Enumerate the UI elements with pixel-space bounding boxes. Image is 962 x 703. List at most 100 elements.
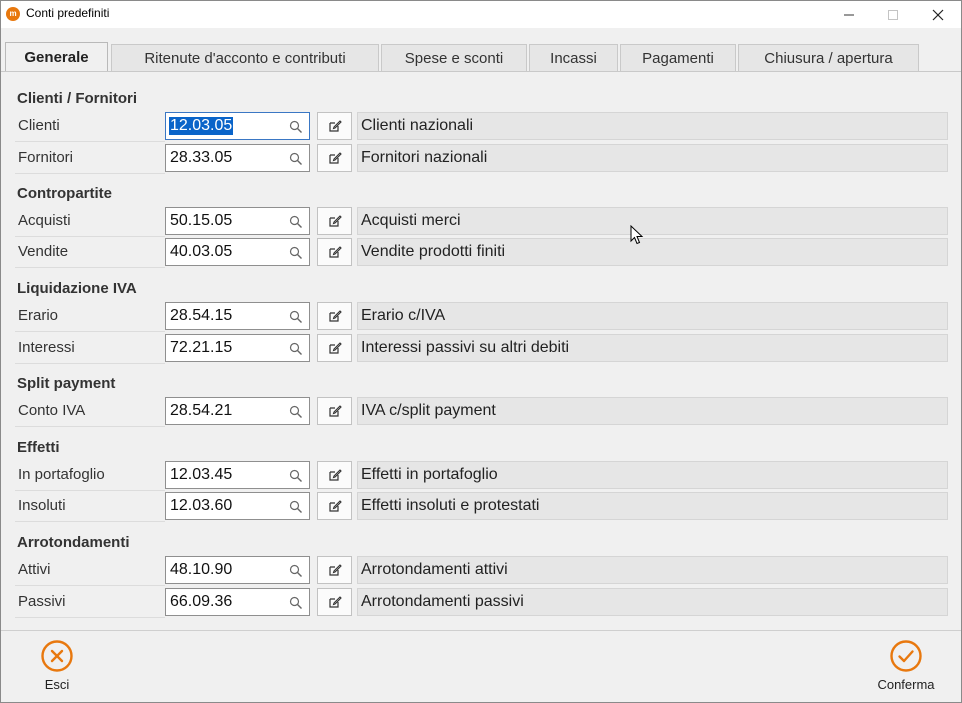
- confirm-button[interactable]: Conferma: [866, 638, 946, 698]
- account-description: Effetti insoluti e protestati: [357, 492, 948, 520]
- field-label: Acquisti: [18, 212, 71, 229]
- account-code-input[interactable]: 66.09.36: [165, 588, 310, 616]
- search-icon[interactable]: [289, 469, 303, 483]
- dialog-window: m Conti predefiniti Generale Ritenute d'…: [0, 0, 962, 703]
- form-row-attivi: Attivi 48.10.90 Arrotondamenti attivi: [15, 556, 949, 586]
- close-icon: [932, 9, 944, 20]
- form-row-erario: Erario 28.54.15 Erario c/IVA: [15, 302, 949, 332]
- row-divider: [15, 490, 165, 491]
- edit-icon: [328, 596, 342, 608]
- search-icon[interactable]: [289, 596, 303, 610]
- account-code-input[interactable]: 48.10.90: [165, 556, 310, 584]
- edit-icon: [328, 500, 342, 512]
- account-code-value: 28.54.15: [170, 307, 233, 324]
- field-label: Interessi: [18, 339, 75, 356]
- edit-account-button[interactable]: [317, 302, 352, 330]
- account-code-input[interactable]: 12.03.05: [165, 112, 310, 140]
- app-logo-icon: m: [6, 7, 20, 21]
- tab-spese-sconti[interactable]: Spese e sconti: [381, 44, 527, 72]
- field-label: Clienti: [18, 117, 60, 134]
- edit-icon: [328, 342, 342, 354]
- account-description: Interessi passivi su altri debiti: [357, 334, 948, 362]
- search-icon[interactable]: [289, 246, 303, 260]
- section-title-effetti: Effetti: [17, 439, 60, 456]
- tab-chiusura-apertura[interactable]: Chiusura / apertura: [738, 44, 919, 72]
- field-label: Erario: [18, 307, 59, 324]
- account-code-input[interactable]: 40.03.05: [165, 238, 310, 266]
- account-code-input[interactable]: 12.03.60: [165, 492, 310, 520]
- form-row-insoluti: Insoluti 12.03.60 Effetti insoluti e pro…: [15, 492, 949, 522]
- account-code-input[interactable]: 28.54.15: [165, 302, 310, 330]
- account-description: Clienti nazionali: [357, 112, 948, 140]
- search-icon[interactable]: [289, 310, 303, 324]
- row-divider: [15, 236, 165, 237]
- edit-account-button[interactable]: [317, 112, 352, 140]
- maximize-button[interactable]: [870, 1, 916, 28]
- edit-account-button[interactable]: [317, 207, 352, 235]
- close-button[interactable]: [915, 1, 961, 28]
- field-label: Attivi: [18, 561, 51, 578]
- account-code-value: 28.33.05: [170, 149, 233, 166]
- tab-pagamenti[interactable]: Pagamenti: [620, 44, 736, 72]
- account-description: Fornitori nazionali: [357, 144, 948, 172]
- field-label: Fornitori: [18, 149, 74, 166]
- search-icon[interactable]: [289, 215, 303, 229]
- account-description: IVA c/split payment: [357, 397, 948, 425]
- form-row-in-portafoglio: In portafoglio 12.03.45 Effetti in porta…: [15, 461, 949, 491]
- account-code-input[interactable]: 50.15.05: [165, 207, 310, 235]
- section-title-split-payment: Split payment: [17, 375, 116, 392]
- account-code-input[interactable]: 28.54.21: [165, 397, 310, 425]
- window-title: Conti predefiniti: [26, 6, 110, 20]
- section-title-liquidazione-iva: Liquidazione IVA: [17, 280, 137, 297]
- search-icon[interactable]: [289, 120, 303, 134]
- minimize-button[interactable]: [826, 1, 872, 28]
- account-code-value: 40.03.05: [170, 243, 233, 260]
- field-label: Conto IVA: [18, 402, 86, 419]
- minimize-icon: [844, 14, 854, 15]
- tab-generale[interactable]: Generale: [5, 42, 108, 72]
- search-icon[interactable]: [289, 500, 303, 514]
- tab-incassi[interactable]: Incassi: [529, 44, 618, 72]
- search-icon[interactable]: [289, 152, 303, 166]
- cancel-button[interactable]: Esci: [17, 638, 97, 698]
- edit-account-button[interactable]: [317, 588, 352, 616]
- account-code-value: 48.10.90: [170, 561, 233, 578]
- account-code-input[interactable]: 28.33.05: [165, 144, 310, 172]
- edit-account-button[interactable]: [317, 492, 352, 520]
- account-code-value: 12.03.05: [169, 117, 234, 135]
- field-label: Passivi: [18, 593, 66, 610]
- edit-account-button[interactable]: [317, 397, 352, 425]
- field-label: Vendite: [18, 243, 69, 260]
- edit-account-button[interactable]: [317, 461, 352, 489]
- edit-account-button[interactable]: [317, 556, 352, 584]
- account-code-input[interactable]: 12.03.45: [165, 461, 310, 489]
- edit-account-button[interactable]: [317, 238, 352, 266]
- search-icon[interactable]: [289, 405, 303, 419]
- edit-account-button[interactable]: [317, 144, 352, 172]
- cancel-circle-x-icon: [41, 640, 73, 672]
- account-code-value: 28.54.21: [170, 402, 233, 419]
- account-description: Erario c/IVA: [357, 302, 948, 330]
- row-divider: [15, 617, 165, 618]
- form-row-acquisti: Acquisti 50.15.05 Acquisti merci: [15, 207, 949, 237]
- account-code-value: 12.03.45: [170, 466, 233, 483]
- account-code-input[interactable]: 72.21.15: [165, 334, 310, 362]
- section-title-clienti-fornitori: Clienti / Fornitori: [17, 90, 137, 107]
- form-row-vendite: Vendite 40.03.05 Vendite prodotti finiti: [15, 238, 949, 268]
- search-icon[interactable]: [289, 342, 303, 356]
- row-divider: [15, 363, 165, 364]
- edit-icon: [328, 246, 342, 258]
- account-description: Arrotondamenti passivi: [357, 588, 948, 616]
- account-description: Acquisti merci: [357, 207, 948, 235]
- account-description: Vendite prodotti finiti: [357, 238, 948, 266]
- section-title-contropartite: Contropartite: [17, 185, 112, 202]
- field-label: Insoluti: [18, 497, 66, 514]
- search-icon[interactable]: [289, 564, 303, 578]
- form-row-clienti: Clienti 12.03.05 Clienti nazionali: [15, 112, 949, 142]
- edit-icon: [328, 564, 342, 576]
- footer-divider: [1, 630, 961, 631]
- edit-account-button[interactable]: [317, 334, 352, 362]
- tab-ritenute[interactable]: Ritenute d'acconto e contributi: [111, 44, 379, 72]
- field-label: In portafoglio: [18, 466, 105, 483]
- edit-icon: [328, 310, 342, 322]
